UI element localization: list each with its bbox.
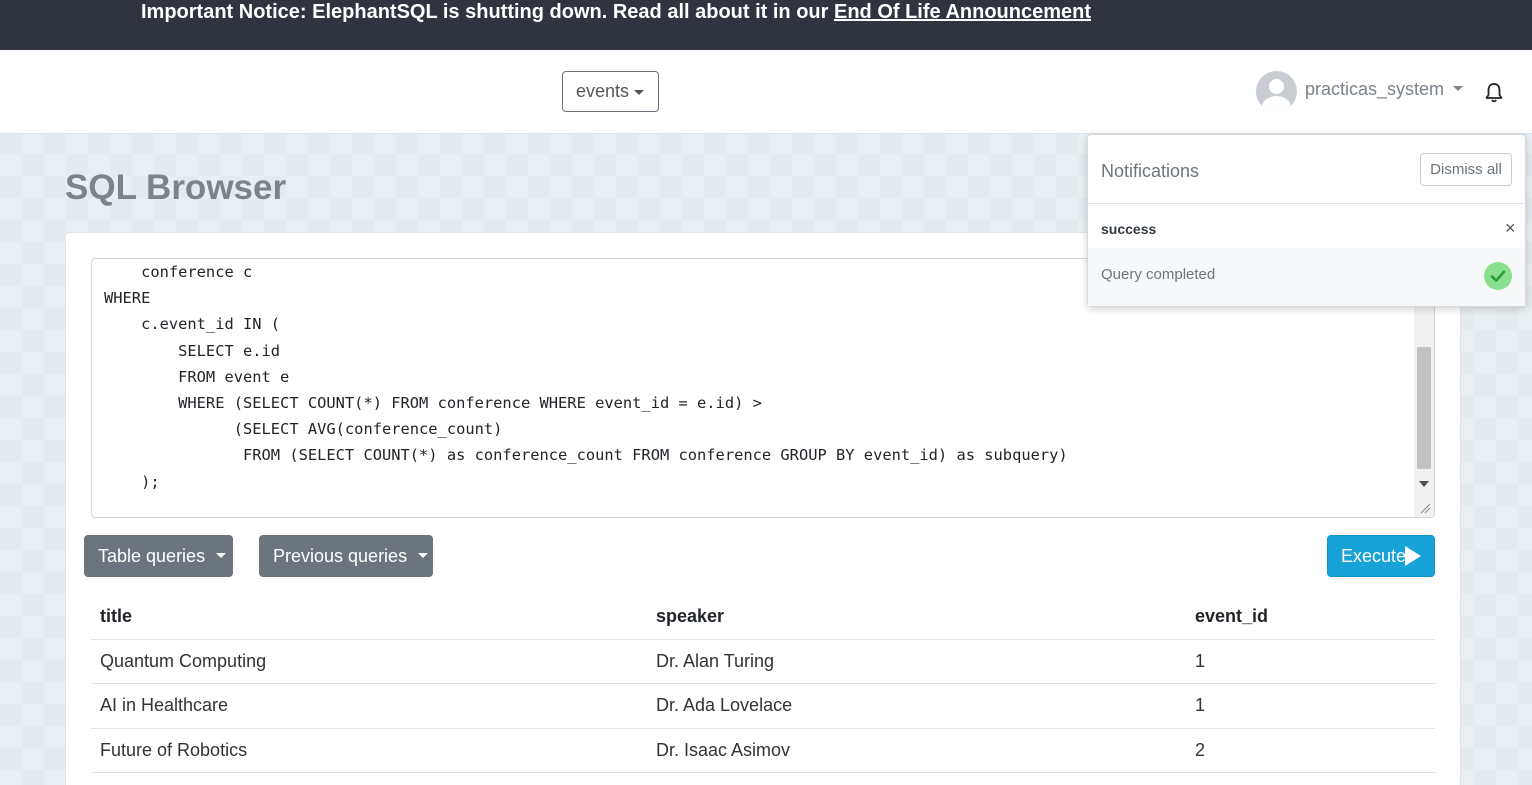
database-dropdown[interactable]: events [562,71,659,112]
chevron-down-icon [634,90,644,95]
previous-queries-label: Previous queries [273,546,408,566]
table-header-row: title speaker event_id [91,594,1435,640]
top-navbar: events practicas_system [0,50,1532,134]
bell-icon[interactable] [1484,82,1504,104]
cell-title: Quantum Computing [91,639,647,684]
chevron-down-icon [418,553,429,559]
table-row: AI in Healthcare Dr. Ada Lovelace 1 [91,683,1435,729]
cell-speaker: Dr. Isaac Asimov [647,728,1186,773]
notifications-header: Notifications Dismiss all [1088,135,1525,204]
column-header-speaker[interactable]: speaker [647,594,1186,640]
execute-label: Execute [1341,546,1407,566]
cell-speaker: Dr. Alan Turing [647,639,1186,684]
chevron-down-icon [1453,85,1464,91]
avatar[interactable] [1256,71,1297,112]
database-dropdown-label: events [576,81,630,101]
check-circle-icon [1484,262,1512,290]
user-menu[interactable]: practicas_system [1305,79,1464,100]
notifications-panel: Notifications Dismiss all success × Quer… [1087,134,1526,307]
end-of-life-link[interactable]: End Of Life Announcement [834,1,1091,23]
cell-event-id: 1 [1186,639,1435,684]
results-table: title speaker event_id Quantum Computing… [91,594,1435,773]
notification-message: Query completed [1101,266,1216,283]
cell-title: AI in Healthcare [91,683,647,729]
play-icon [1405,546,1421,566]
table-queries-button[interactable]: Table queries [84,535,233,577]
column-header-title[interactable]: title [91,594,647,640]
notifications-title: Notifications [1101,161,1200,181]
notice-message: Important Notice: ElephantSQL is shuttin… [141,1,834,23]
sql-query-text[interactable]: conference c WHERE c.event_id IN ( SELEC… [104,259,1068,495]
table-row: Quantum Computing Dr. Alan Turing 1 [91,639,1435,684]
previous-queries-button[interactable]: Previous queries [259,535,433,577]
resize-handle-icon[interactable] [1419,502,1431,514]
scroll-down-arrow-icon[interactable] [1419,481,1429,487]
username: practicas_system [1305,79,1445,99]
cell-title: Future of Robotics [91,728,647,773]
cell-event-id: 1 [1186,683,1435,729]
table-queries-label: Table queries [98,546,206,566]
page-title: SQL Browser [65,168,287,207]
dismiss-all-button[interactable]: Dismiss all [1420,153,1512,186]
notification-body: Query completed [1088,248,1525,306]
execute-button[interactable]: Execute [1327,535,1435,577]
close-icon[interactable]: × [1505,218,1516,239]
checkmark-glyph [1490,270,1506,282]
notice-text: Important Notice: ElephantSQL is shuttin… [141,0,1091,24]
avatar-head-shape [1269,79,1284,94]
notification-type: success [1101,221,1157,237]
chevron-down-icon [216,553,227,559]
avatar-body-shape [1262,96,1291,112]
cell-event-id: 2 [1186,728,1435,773]
cell-speaker: Dr. Ada Lovelace [647,683,1186,729]
shutdown-notice-banner: Important Notice: ElephantSQL is shuttin… [0,0,1532,50]
table-row: Future of Robotics Dr. Isaac Asimov 2 [91,728,1435,773]
column-header-event-id[interactable]: event_id [1186,594,1435,640]
scrollbar-thumb[interactable] [1417,347,1431,469]
